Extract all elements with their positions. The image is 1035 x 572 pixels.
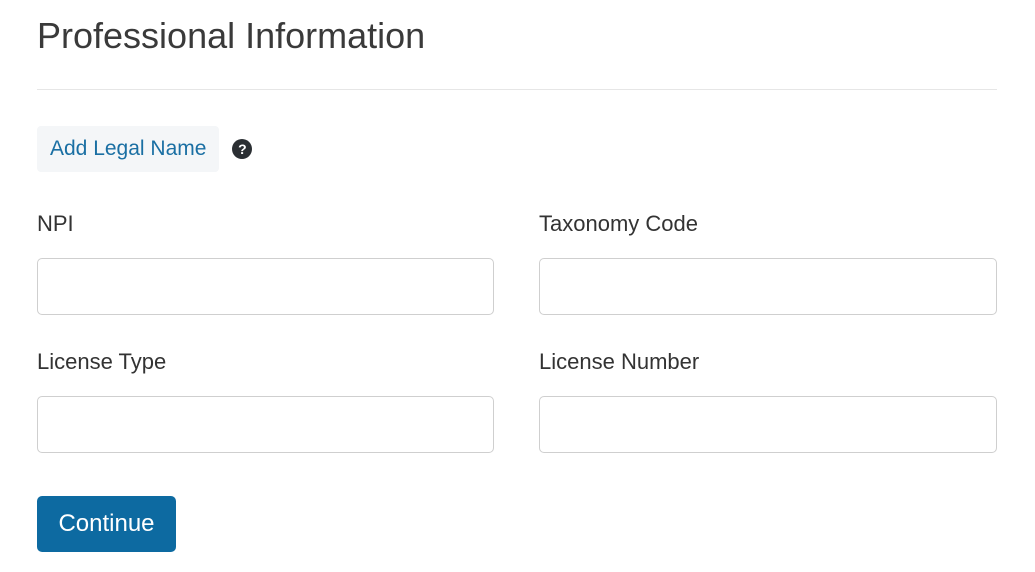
- add-legal-name-button[interactable]: Add Legal Name: [37, 126, 220, 172]
- license-number-input[interactable]: [539, 396, 997, 453]
- continue-button[interactable]: Continue: [37, 496, 176, 552]
- legal-name-row: Add Legal Name ?: [37, 126, 253, 172]
- license-type-label: License Type: [37, 349, 167, 374]
- professional-information-form: Professional Information Add Legal Name …: [0, 0, 1035, 572]
- license-type-input[interactable]: [37, 396, 494, 453]
- npi-label: NPI: [37, 211, 74, 236]
- taxonomy-code-input[interactable]: [539, 258, 997, 315]
- npi-field-group: NPI: [37, 210, 494, 315]
- license-number-label: License Number: [539, 349, 700, 374]
- question-circle-icon[interactable]: ?: [232, 139, 253, 159]
- taxonomy-code-label: Taxonomy Code: [539, 211, 698, 236]
- taxonomy-code-field-group: Taxonomy Code: [539, 210, 997, 315]
- license-type-field-group: License Type: [37, 348, 494, 453]
- page-title: Professional Information: [37, 15, 426, 56]
- title-divider: [37, 89, 997, 90]
- npi-input[interactable]: [37, 258, 494, 315]
- license-number-field-group: License Number: [539, 348, 997, 453]
